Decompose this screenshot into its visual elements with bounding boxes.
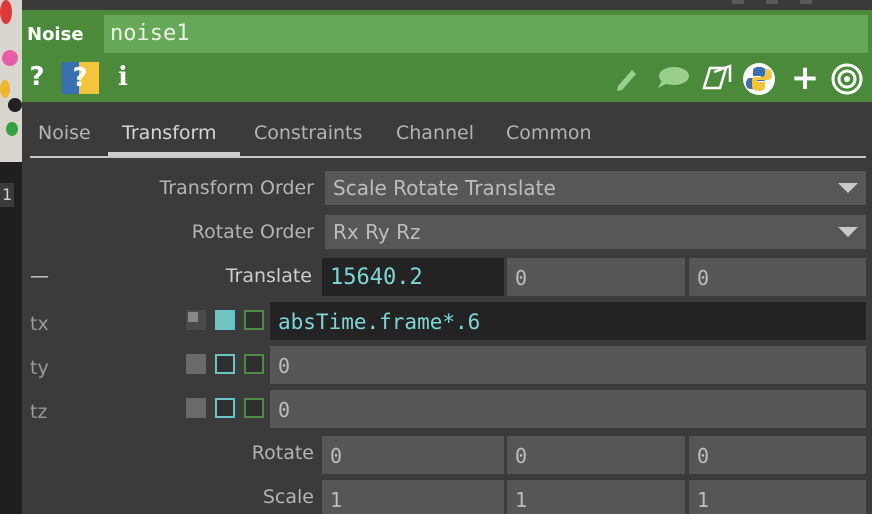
mode-constant-button[interactable]: [186, 354, 206, 374]
add-icon[interactable]: +: [790, 58, 820, 98]
mode-export-button[interactable]: [244, 398, 264, 418]
top-bar: [22, 0, 872, 10]
mode-export-button[interactable]: [244, 354, 264, 374]
rotate-x-field[interactable]: 0: [322, 436, 504, 474]
translate-label: Translate: [225, 265, 312, 287]
translate-x-field[interactable]: 15640.2: [322, 258, 504, 296]
tab-noise[interactable]: Noise: [38, 118, 91, 148]
tz-value-field[interactable]: 0: [270, 390, 866, 428]
translate-z-field[interactable]: 0: [689, 258, 866, 296]
tx-label: tx: [30, 313, 49, 335]
transform-order-value: Scale Rotate Translate: [333, 176, 556, 200]
scale-x-field[interactable]: 1: [322, 480, 504, 514]
scale-y-field[interactable]: 1: [507, 480, 685, 514]
rotate-label: Rotate: [251, 442, 314, 464]
comment-icon[interactable]: [656, 66, 690, 90]
tab-channel[interactable]: Channel: [396, 118, 474, 148]
ty-value-field[interactable]: 0: [270, 346, 866, 384]
mode-expression-button[interactable]: [215, 310, 235, 330]
rotate-y-field[interactable]: 0: [507, 436, 685, 474]
tab-transform[interactable]: Transform: [122, 118, 217, 148]
mode-constant-button[interactable]: [186, 310, 206, 330]
ty-label: ty: [30, 357, 49, 379]
operator-type-label: Noise: [27, 24, 84, 45]
rotate-z-field[interactable]: 0: [689, 436, 866, 474]
scale-label: Scale: [262, 486, 314, 508]
target-icon[interactable]: [830, 62, 864, 96]
tz-label: tz: [30, 401, 48, 423]
tab-common[interactable]: Common: [506, 118, 592, 148]
info-icon[interactable]: i: [116, 62, 130, 92]
mode-expression-button[interactable]: [215, 354, 235, 374]
transform-order-dropdown[interactable]: Scale Rotate Translate: [325, 171, 866, 205]
help-icon[interactable]: ?: [26, 62, 48, 92]
mode-export-button[interactable]: [244, 310, 264, 330]
collapse-toggle[interactable]: —: [30, 261, 49, 291]
chevron-down-icon: [838, 183, 858, 193]
operator-name-field[interactable]: noise1: [104, 15, 868, 53]
python-icon[interactable]: [742, 62, 776, 96]
scale-z-field[interactable]: 1: [689, 480, 866, 514]
python-help-icon[interactable]: ?: [61, 62, 99, 94]
tx-expression-field[interactable]: absTime.frame*.6: [270, 302, 866, 340]
rotate-order-label: Rotate Order: [191, 221, 314, 243]
node-thumbnail: [0, 0, 22, 162]
edit-icon[interactable]: [614, 64, 640, 92]
rotate-order-value: Rx Ry Rz: [333, 220, 421, 244]
mode-constant-button[interactable]: [186, 398, 206, 418]
translate-y-field[interactable]: 0: [507, 258, 685, 296]
clone-icon[interactable]: [700, 62, 734, 94]
left-marker: 1: [0, 183, 14, 207]
chevron-down-icon: [838, 227, 858, 237]
transform-order-label: Transform Order: [159, 177, 314, 199]
tab-constraints[interactable]: Constraints: [254, 118, 362, 148]
mode-expression-button[interactable]: [215, 398, 235, 418]
rotate-order-dropdown[interactable]: Rx Ry Rz: [325, 215, 866, 249]
